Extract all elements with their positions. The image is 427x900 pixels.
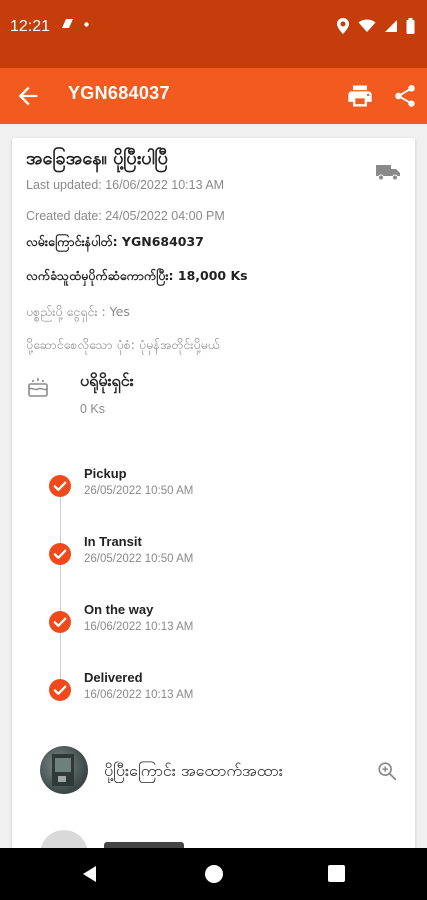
nav-recents-icon[interactable]: [328, 865, 345, 882]
promotion-value: 0 Ks: [80, 402, 106, 416]
promotion-label: ပရိုမိုးရှင်း: [80, 371, 134, 390]
back-arrow-icon[interactable]: [14, 82, 42, 110]
delivery-status-title: အခြေအနေ။ ပို့ပြီးပါပြီ: [26, 148, 168, 169]
system-navigation-bar: [0, 848, 427, 900]
nav-back-icon[interactable]: [80, 864, 100, 884]
dot-icon: [84, 21, 89, 27]
timeline-step-in-transit: In Transit 26/05/2022 10:50 AM: [48, 534, 388, 574]
order-detail-card: အခြေအနေ။ ပို့ပြီးပါပြီ Last updated: 16/…: [12, 138, 415, 898]
timeline-step-pickup: Pickup 26/05/2022 10:50 AM: [48, 466, 388, 506]
photo-content: [52, 754, 74, 786]
proof-of-delivery-row[interactable]: ပို့ပြီးကြောင်း အထောက်အထား: [40, 746, 400, 798]
delivery-type: ပို့ဆောင်စေလိုသော ပုံစံ: ပုံမှန်အတိုင်းပ…: [26, 337, 220, 352]
timeline-line: [60, 486, 61, 686]
cellular-icon: [385, 20, 397, 32]
cod-status: ပစ္စည်းပို့ ငွေရှင်း : Yes: [26, 304, 130, 319]
system-icons: [336, 17, 415, 35]
status-bar: 12:21: [0, 0, 427, 68]
check-circle-icon: [49, 679, 71, 701]
proof-label: ပို့ပြီးကြောင်း အထောက်အထား: [104, 761, 283, 780]
zoom-in-icon[interactable]: [376, 760, 398, 782]
step-label: In Transit: [84, 534, 142, 549]
truck-icon: [376, 165, 400, 181]
page-title: YGN684037: [68, 83, 170, 103]
tracking-number: လမ်းကြောင်းနံပါတ်: YGN684037: [26, 234, 204, 249]
app-notification-icon: [62, 19, 73, 28]
timeline-step-delivered: Delivered 16/06/2022 10:13 AM: [48, 670, 388, 710]
location-icon: [337, 18, 349, 34]
step-time: 16/06/2022 10:13 AM: [84, 621, 194, 633]
print-icon[interactable]: [346, 82, 374, 110]
last-updated: Last updated: 16/06/2022 10:13 AM: [26, 178, 225, 192]
step-label: On the way: [84, 602, 154, 617]
check-circle-icon: [49, 611, 71, 633]
timeline-step-on-the-way: On the way 16/06/2022 10:13 AM: [48, 602, 388, 642]
share-icon[interactable]: [392, 82, 418, 110]
step-time: 26/05/2022 10:50 AM: [84, 553, 194, 565]
check-circle-icon: [49, 475, 71, 497]
wifi-icon: [358, 19, 376, 32]
nav-home-icon[interactable]: [205, 865, 223, 883]
step-time: 16/06/2022 10:13 AM: [84, 689, 194, 701]
cake-icon: [28, 378, 48, 397]
status-time: 12:21: [10, 18, 51, 35]
check-circle-icon: [49, 543, 71, 565]
notification-icons: [60, 18, 89, 30]
app-bar: YGN684037: [0, 68, 427, 124]
step-time: 26/05/2022 10:50 AM: [84, 485, 194, 497]
step-label: Pickup: [84, 466, 127, 481]
battery-icon: [406, 18, 415, 34]
collected-amount: လက်ခံသူထံမှပိုက်ဆံကောက်ပြီး: 18,000 Ks: [26, 268, 248, 283]
proof-photo-thumbnail[interactable]: [40, 746, 88, 794]
created-date: Created date: 24/05/2022 04:00 PM: [26, 209, 225, 223]
step-label: Delivered: [84, 670, 143, 685]
